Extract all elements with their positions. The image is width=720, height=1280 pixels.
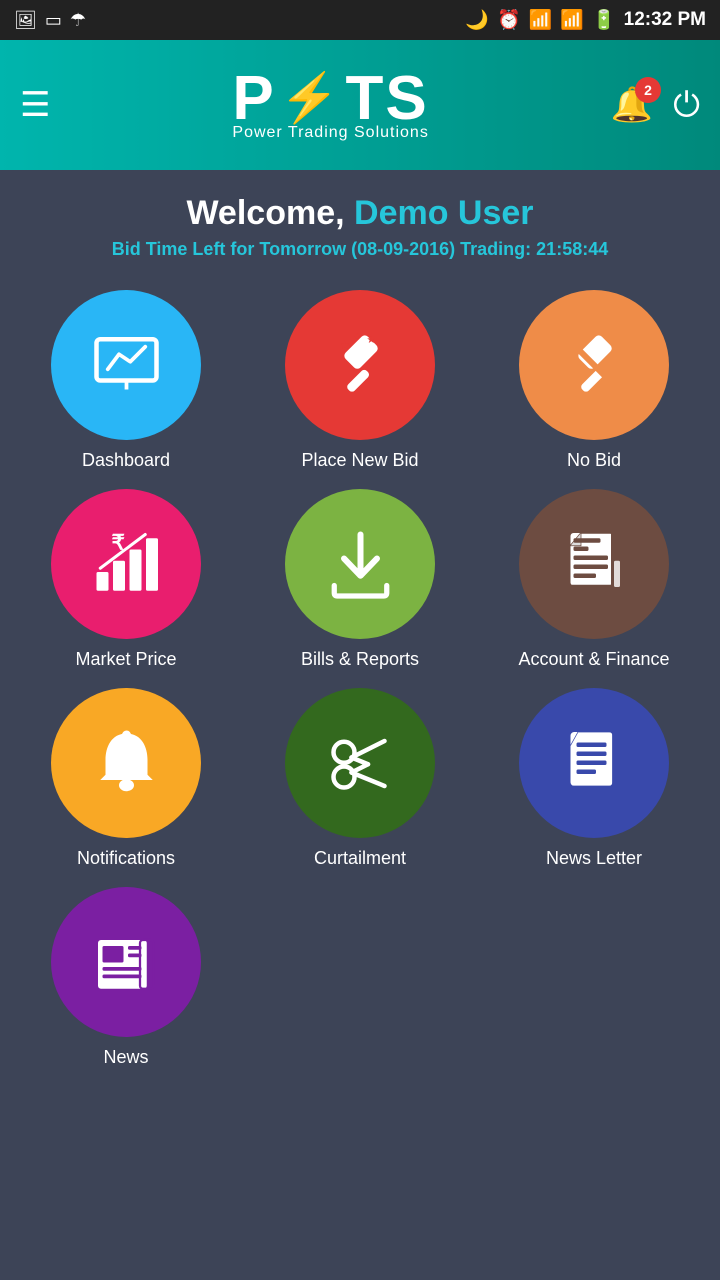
market-price-label: Market Price: [75, 649, 176, 670]
clock: 12:32 PM: [624, 9, 706, 31]
notifications-icon: [89, 726, 164, 801]
grid-item-curtailment[interactable]: Curtailment: [248, 688, 472, 869]
bid-countdown: 21:58:44: [536, 239, 608, 259]
notifications-icon-circle: [51, 688, 201, 838]
username-highlight: Demo User: [354, 194, 534, 232]
grid-item-news[interactable]: News: [14, 887, 238, 1068]
svg-text:★: ★: [339, 338, 350, 352]
news-letter-label: News Letter: [546, 848, 642, 869]
welcome-title: Welcome, Demo User: [20, 194, 700, 233]
svg-text:★: ★: [366, 334, 376, 346]
layers-icon: ▭: [45, 10, 62, 31]
news-label: News: [103, 1047, 148, 1068]
no-bid-icon-circle: [519, 290, 669, 440]
svg-text:₹: ₹: [111, 531, 124, 554]
alarm-icon: ⏰: [497, 8, 521, 32]
logo-subtitle: Power Trading Solutions: [232, 124, 428, 142]
grid-item-bills-reports[interactable]: Bills & Reports: [248, 489, 472, 670]
grid-item-no-bid[interactable]: No Bid: [482, 290, 706, 471]
logo-text: P ⚡ TS: [232, 68, 428, 130]
status-right-info: 🌙 ⏰ 📶 📶 🔋 12:32 PM: [465, 8, 706, 32]
news-icon: [89, 925, 164, 1000]
place-new-bid-icon-circle: ★ ★ ★: [285, 290, 435, 440]
dashboard-label: Dashboard: [82, 450, 170, 471]
bills-reports-icon-circle: [285, 489, 435, 639]
notifications-label: Notifications: [77, 848, 175, 869]
dashboard-icon-circle: [51, 290, 201, 440]
market-price-icon: ₹: [89, 527, 164, 602]
account-finance-icon: [557, 527, 632, 602]
place-new-bid-icon: ★ ★ ★: [323, 328, 398, 403]
photo-icon: 🖼: [14, 10, 37, 31]
grid-item-account-finance[interactable]: Account & Finance: [482, 489, 706, 670]
logo-p: P: [232, 68, 275, 130]
app-header: ☰ P ⚡ TS Power Trading Solutions 🔔 2 ⏻: [0, 40, 720, 170]
status-left-icons: 🖼 ▭ ☂: [14, 10, 86, 31]
no-bid-icon: [557, 328, 632, 403]
battery-icon: 🔋: [592, 8, 616, 32]
bills-reports-icon: [323, 527, 398, 602]
news-letter-icon-circle: [519, 688, 669, 838]
curtailment-icon: [323, 726, 398, 801]
grid-item-news-letter[interactable]: News Letter: [482, 688, 706, 869]
welcome-section: Welcome, Demo User Bid Time Left for Tom…: [0, 170, 720, 270]
bell-wrapper[interactable]: 🔔 2: [611, 85, 653, 125]
moon-icon: 🌙: [465, 8, 489, 32]
place-new-bid-label: Place New Bid: [301, 450, 418, 471]
grid-item-place-new-bid[interactable]: ★ ★ ★ Place New Bid: [248, 290, 472, 471]
logo-area: P ⚡ TS Power Trading Solutions: [232, 68, 428, 142]
news-icon-circle: [51, 887, 201, 1037]
welcome-prefix: Welcome,: [186, 194, 344, 232]
wifi-icon: 📶: [529, 8, 553, 32]
logo-ts: TS: [346, 68, 429, 130]
notification-badge: 2: [635, 77, 661, 103]
bills-reports-label: Bills & Reports: [301, 649, 419, 670]
lightning-icon: ⚡: [280, 75, 342, 123]
power-button[interactable]: ⏻: [673, 86, 700, 125]
svg-text:★: ★: [353, 331, 361, 341]
curtailment-icon-circle: [285, 688, 435, 838]
grid-item-market-price[interactable]: ₹ Market Price: [14, 489, 238, 670]
signal-icon: 📶: [560, 8, 584, 32]
dashboard-icon: [89, 328, 164, 403]
account-finance-icon-circle: [519, 489, 669, 639]
account-finance-label: Account & Finance: [518, 649, 669, 670]
news-letter-icon: [557, 726, 632, 801]
umbrella-icon: ☂: [70, 10, 86, 31]
main-grid: Dashboard ★ ★ ★ Place New Bid No Bid: [0, 270, 720, 1088]
menu-button[interactable]: ☰: [20, 85, 50, 125]
header-actions: 🔔 2 ⏻: [611, 85, 700, 125]
market-price-icon-circle: ₹: [51, 489, 201, 639]
bid-time: Bid Time Left for Tomorrow (08-09-2016) …: [20, 239, 700, 260]
curtailment-label: Curtailment: [314, 848, 406, 869]
bid-label: Bid Time Left for Tomorrow (08-09-2016) …: [112, 239, 531, 259]
grid-item-notifications[interactable]: Notifications: [14, 688, 238, 869]
status-bar: 🖼 ▭ ☂ 🌙 ⏰ 📶 📶 🔋 12:32 PM: [0, 0, 720, 40]
no-bid-label: No Bid: [567, 450, 621, 471]
grid-item-dashboard[interactable]: Dashboard: [14, 290, 238, 471]
